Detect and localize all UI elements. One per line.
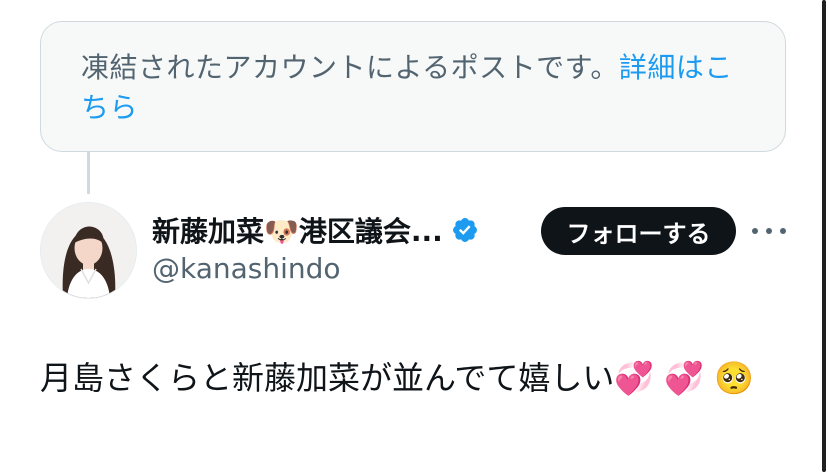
scrollbar[interactable] bbox=[820, 0, 828, 472]
notice-text: 凍結されたアカウントによるポストです。 bbox=[81, 51, 619, 84]
more-dot bbox=[752, 228, 758, 234]
post-text: 月島さくらと新藤加菜が並んでて嬉しい💞 💞 🥺 bbox=[40, 359, 755, 397]
suspended-account-notice: 凍結されたアカウントによるポストです。詳細はこちら bbox=[40, 21, 786, 152]
more-dot bbox=[780, 228, 786, 234]
post-view: 凍結されたアカウントによるポストです。詳細はこちら 新藤加菜🐶港区議会... @… bbox=[0, 0, 828, 472]
author-name-row[interactable]: 新藤加菜🐶港区議会... bbox=[152, 210, 479, 250]
author-display-name[interactable]: 新藤加菜🐶港区議会... bbox=[152, 210, 443, 250]
thread-connector-line bbox=[87, 152, 90, 194]
author-handle[interactable]: @kanashindo bbox=[152, 252, 341, 285]
more-horizontal-icon[interactable] bbox=[752, 218, 786, 244]
scrollbar-thumb[interactable] bbox=[822, 0, 826, 472]
avatar-image bbox=[41, 203, 136, 298]
verified-badge-icon[interactable] bbox=[451, 216, 479, 244]
more-dot bbox=[766, 228, 772, 234]
avatar[interactable] bbox=[40, 202, 137, 299]
follow-button[interactable]: フォローする bbox=[541, 207, 736, 255]
